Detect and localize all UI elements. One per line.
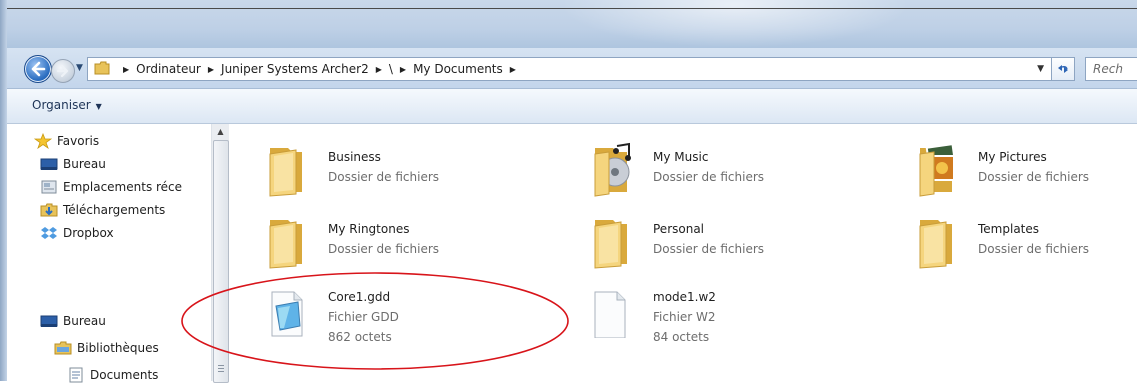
sidebar-item-label: Bibliothèques: [77, 341, 159, 355]
file-type: Dossier de fichiers: [328, 242, 440, 256]
sidebar-item-label: Bureau: [63, 314, 106, 328]
scroll-up-icon[interactable]: ▲: [212, 124, 229, 140]
file-type: Fichier W2: [653, 310, 716, 324]
file-name: Core1.gdd: [328, 290, 391, 304]
sidebar-item-label: Dropbox: [63, 226, 114, 240]
file-name: mode1.w2: [653, 290, 716, 304]
sidebar-scrollbar[interactable]: ▲: [211, 124, 229, 383]
file-type: Dossier de fichiers: [328, 170, 440, 184]
refresh-icon: [1058, 65, 1068, 73]
list-item[interactable]: My Pictures Dossier de fichiers: [910, 142, 1130, 204]
breadcrumb-separator-icon[interactable]: ▶: [376, 65, 382, 74]
file-list: Business Dossier de fichiers My Music Do…: [230, 124, 1137, 381]
downloads-icon: [40, 202, 58, 218]
arrow-right-icon: [56, 64, 69, 78]
list-item[interactable]: mode1.w2 Fichier W2 84 octets: [585, 282, 815, 352]
folder-icon: [260, 142, 312, 198]
organise-button[interactable]: Organiser ▼: [32, 98, 102, 112]
sidebar-item-label: Documents: [90, 368, 159, 382]
search-placeholder: Rech: [1093, 62, 1123, 76]
grip-icon: [218, 365, 224, 373]
file-size: 862 octets: [328, 330, 392, 344]
file-type: Dossier de fichiers: [653, 242, 765, 256]
file-name: My Ringtones: [328, 222, 410, 236]
address-history-dropdown[interactable]: ▼: [1037, 64, 1044, 74]
sidebar-item-bureau-tree[interactable]: Bureau: [40, 310, 106, 332]
libraries-icon: [54, 340, 72, 356]
refresh-button[interactable]: [1051, 57, 1075, 81]
navigation-bar: ▼ ▶ Ordinateur ▶ Juniper Systems Archer2…: [7, 48, 1137, 89]
arrow-left-icon: [31, 61, 46, 77]
recent-pages-dropdown[interactable]: ▼: [76, 63, 84, 73]
breadcrumb-separator-icon[interactable]: ▶: [510, 65, 516, 74]
sidebar-item-documents[interactable]: Documents: [67, 364, 158, 386]
sidebar-item-recent-places[interactable]: Emplacements réce: [40, 176, 229, 198]
list-item[interactable]: My Music Dossier de fichiers: [585, 142, 815, 204]
sidebar-item-label: Téléchargements: [63, 203, 166, 217]
file-name: Business: [328, 150, 381, 164]
desktop-icon: [40, 313, 58, 329]
back-button[interactable]: [24, 55, 52, 83]
folder-icon: [94, 61, 110, 75]
sidebar-item-label: Emplacements réce: [63, 180, 183, 194]
file-size: 84 octets: [653, 330, 710, 344]
chevron-down-icon: ▼: [95, 102, 102, 111]
folder-icon: [260, 214, 312, 270]
breadcrumb: ▶ Ordinateur ▶ Juniper Systems Archer2 ▶…: [116, 58, 523, 80]
folder-icon: [585, 214, 637, 270]
dropbox-icon: [40, 225, 58, 241]
file-name: Templates: [978, 222, 1040, 236]
recent-places-icon: [40, 179, 58, 195]
file-name: My Music: [653, 150, 709, 164]
pictures-folder-icon: [910, 142, 962, 198]
chevron-down-icon: ▼: [76, 63, 83, 73]
command-bar: Organiser ▼: [7, 89, 1137, 124]
file-type: Dossier de fichiers: [978, 170, 1090, 184]
breadcrumb-device[interactable]: Juniper Systems Archer2: [221, 62, 369, 76]
scrollbar-thumb[interactable]: [213, 140, 229, 383]
sidebar-favorites-header[interactable]: Favoris: [34, 130, 99, 152]
list-item[interactable]: Core1.gdd Fichier GDD 862 octets: [260, 282, 490, 352]
breadcrumb-separator-icon[interactable]: ▶: [123, 65, 129, 74]
address-bar[interactable]: ▶ Ordinateur ▶ Juniper Systems Archer2 ▶…: [87, 57, 1052, 81]
sidebar-item-libraries[interactable]: Bibliothèques: [54, 337, 159, 359]
organise-label: Organiser: [32, 98, 91, 112]
search-input[interactable]: Rech: [1085, 57, 1137, 81]
star-icon: [34, 132, 53, 150]
music-folder-icon: [585, 142, 637, 198]
sidebar-item-bureau[interactable]: Bureau: [40, 153, 106, 175]
folder-icon: [910, 214, 962, 270]
navigation-pane: Favoris Bureau Emplacements réce Télécha…: [7, 124, 229, 383]
list-item[interactable]: My Ringtones Dossier de fichiers: [260, 214, 490, 276]
file-name: My Pictures: [978, 150, 1047, 164]
file-type: Dossier de fichiers: [978, 242, 1090, 256]
list-item[interactable]: Business Dossier de fichiers: [260, 142, 490, 204]
window-left-border: [0, 0, 7, 381]
sidebar-item-label: Favoris: [57, 134, 100, 148]
breadcrumb-computer[interactable]: Ordinateur: [136, 62, 201, 76]
breadcrumb-separator-icon[interactable]: ▶: [400, 65, 406, 74]
list-item[interactable]: Personal Dossier de fichiers: [585, 214, 815, 276]
window-top-edge: [0, 8, 1137, 9]
breadcrumb-my-documents[interactable]: My Documents: [413, 62, 503, 76]
breadcrumb-root[interactable]: \: [389, 62, 393, 76]
breadcrumb-separator-icon[interactable]: ▶: [208, 65, 214, 74]
sidebar-item-label: Bureau: [63, 157, 106, 171]
list-item[interactable]: Templates Dossier de fichiers: [910, 214, 1130, 276]
file-name: Personal: [653, 222, 705, 236]
file-type: Fichier GDD: [328, 310, 399, 324]
desktop-icon: [40, 156, 58, 172]
blank-file-icon: [585, 282, 637, 339]
sidebar-item-downloads[interactable]: Téléchargements: [40, 199, 165, 221]
forward-button[interactable]: [51, 59, 75, 83]
gdd-file-icon: [260, 282, 312, 338]
sidebar-item-dropbox[interactable]: Dropbox: [40, 222, 114, 244]
file-type: Dossier de fichiers: [653, 170, 765, 184]
